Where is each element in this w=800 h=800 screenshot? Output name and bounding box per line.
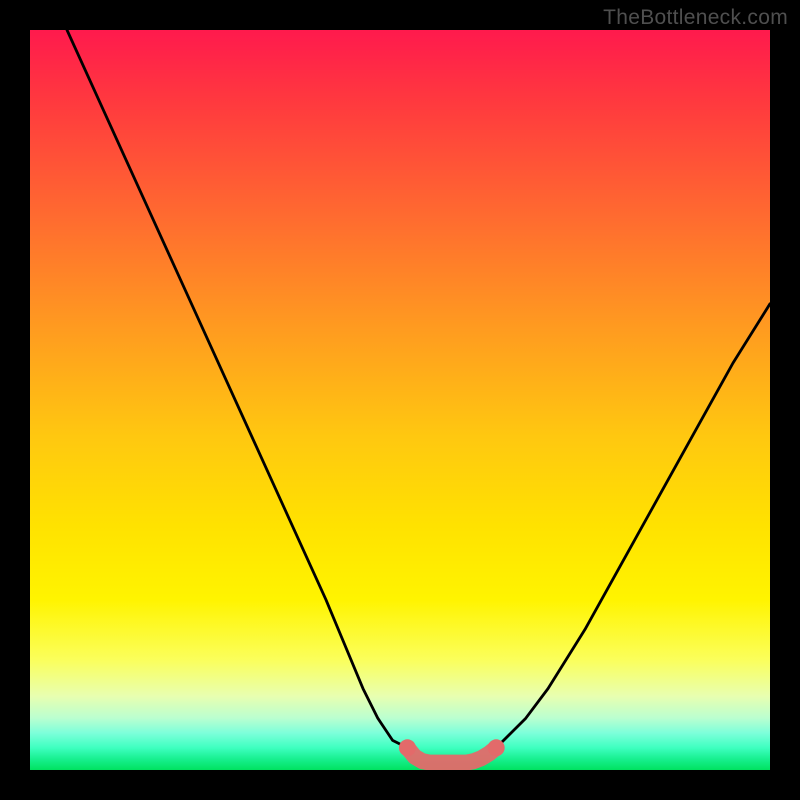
series-group (67, 30, 770, 763)
series-right-arm (496, 304, 770, 748)
plot-area (30, 30, 770, 770)
series-left-arm (67, 30, 407, 748)
floor-band-end-right (488, 739, 505, 756)
curve-svg (30, 30, 770, 770)
series-floor-band (407, 748, 496, 763)
watermark-text: TheBottleneck.com (603, 6, 788, 30)
floor-band-end-left (399, 739, 416, 756)
frame: TheBottleneck.com (0, 0, 800, 800)
